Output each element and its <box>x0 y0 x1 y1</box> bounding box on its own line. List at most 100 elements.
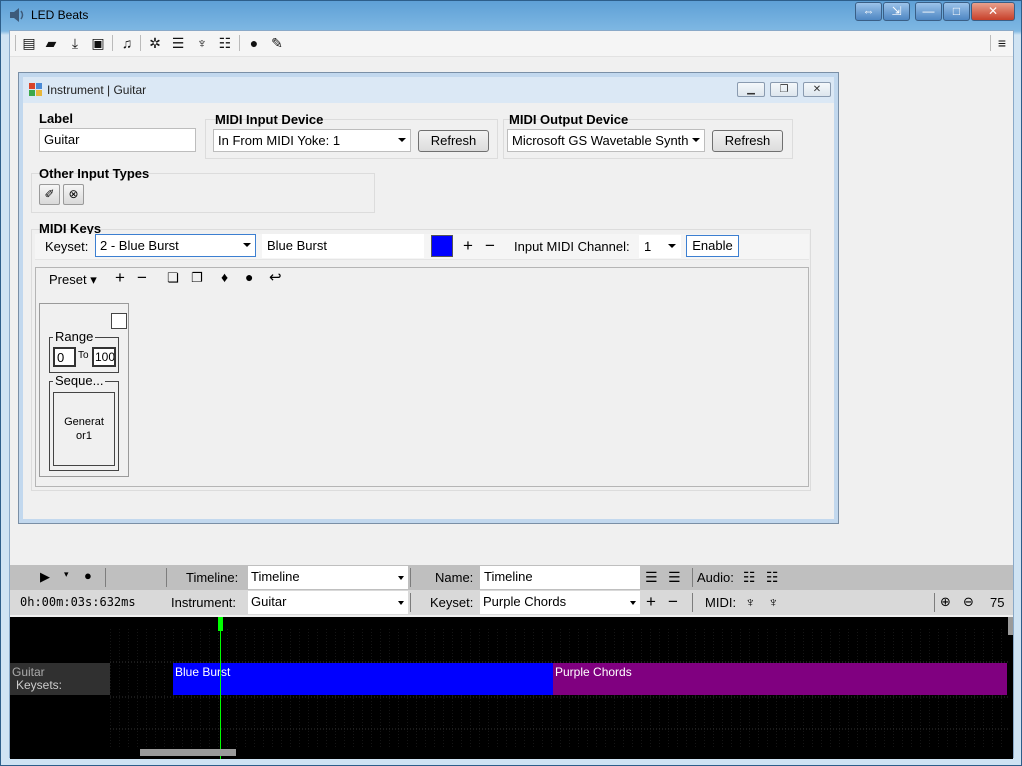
window-app-icon <box>29 83 42 96</box>
label-heading: Label <box>39 111 73 126</box>
settings-list-icon[interactable]: ≡ <box>994 35 1010 51</box>
record-icon[interactable]: ● <box>84 568 92 583</box>
clip-blue-burst[interactable]: Blue Burst <box>173 663 553 695</box>
child-close-button[interactable]: ✕ <box>803 82 831 97</box>
zoom-in-icon[interactable]: ⊕ <box>940 594 951 610</box>
close-button[interactable]: ✕ <box>971 2 1015 21</box>
timeline-select[interactable]: Timeline <box>248 566 408 589</box>
vertical-scrollbar-thumb[interactable] <box>1008 617 1013 635</box>
other-input-heading: Other Input Types <box>39 166 150 181</box>
enable-button[interactable]: Enable <box>686 235 739 257</box>
minimize-button[interactable]: — <box>915 2 942 21</box>
audio-add-icon[interactable]: ☷ <box>743 569 756 586</box>
keyset-select[interactable]: 2 - Blue Burst <box>95 234 256 257</box>
remove-track-icon[interactable]: ☰ <box>668 569 681 586</box>
horizontal-scrollbar-thumb[interactable] <box>140 749 236 756</box>
new-file-icon[interactable]: ▤ <box>21 35 37 51</box>
keyset-name-input[interactable]: Blue Burst <box>262 234 424 258</box>
paste-icon[interactable]: ❐ <box>191 270 203 286</box>
open-folder-icon[interactable]: ▰ <box>43 35 59 51</box>
range-from-input[interactable]: 0 <box>53 347 76 367</box>
zoom-out-icon[interactable]: ⊖ <box>963 594 974 610</box>
midi-output-refresh-button[interactable]: Refresh <box>712 130 783 152</box>
track-keysets-label: Keysets: <box>16 678 63 692</box>
midi-output-value: Microsoft GS Wavetable Synth <box>512 133 689 148</box>
xbox-controller-button[interactable]: ⊗ <box>63 184 84 205</box>
midi-channel-value: 1 <box>644 239 652 254</box>
timeline-select-value: Timeline <box>251 569 300 584</box>
remove-keyset-icon[interactable]: − <box>485 236 495 256</box>
keyset-label-bottom: Keyset: <box>430 595 474 610</box>
preset-dropdown[interactable]: Preset ▾ <box>49 272 97 288</box>
instrument-body: Label Guitar MIDI Input Device In From M… <box>25 105 832 519</box>
undo-icon[interactable]: ↩ <box>269 268 282 286</box>
midi-output-heading: MIDI Output Device <box>509 112 629 127</box>
download-icon[interactable]: ⤓ <box>67 35 83 51</box>
add-track-icon[interactable]: ☰ <box>645 569 658 586</box>
keyset-select-bottom[interactable]: Purple Chords <box>480 591 640 614</box>
lightbulb-icon[interactable]: ● <box>245 269 253 285</box>
generator-item[interactable]: Generat or1 <box>53 392 115 466</box>
midi-remove-icon[interactable]: ♆ <box>768 594 779 610</box>
play-options-icon[interactable]: ▾ <box>64 569 69 580</box>
instrument-select[interactable]: Guitar <box>248 591 408 614</box>
name-label: Name: <box>435 570 474 585</box>
separator <box>692 593 693 612</box>
label-input[interactable]: Guitar <box>39 128 196 152</box>
add-keyset-icon[interactable]: + <box>463 236 473 256</box>
add-keyset-icon[interactable]: + <box>646 592 656 612</box>
separator <box>692 568 693 587</box>
timeline-canvas[interactable]: Guitar Keysets: Blue Burst Purple Chords <box>10 617 1013 759</box>
timeline-name-input[interactable]: Timeline <box>480 566 640 589</box>
midi-output-select[interactable]: Microsoft GS Wavetable Synth <box>507 129 705 152</box>
popout-button[interactable]: ⇲ <box>883 2 910 21</box>
range-to-label: To <box>78 350 89 361</box>
midi-input-value: In From MIDI Yoke: 1 <box>218 133 341 148</box>
midi-input-select[interactable]: In From MIDI Yoke: 1 <box>213 129 411 152</box>
timeline-label: Timeline: <box>186 570 239 585</box>
remove-preset-icon[interactable]: − <box>137 268 147 288</box>
child-restore-button[interactable]: ❐ <box>770 82 798 97</box>
range-label: Range <box>53 329 96 344</box>
lightbulb-icon[interactable]: ● <box>246 35 262 51</box>
range-to-input[interactable]: 100 <box>92 347 116 367</box>
key-checkbox[interactable] <box>111 313 127 329</box>
copy-icon[interactable]: ❏ <box>167 270 179 286</box>
playhead-handle[interactable] <box>218 617 223 631</box>
play-icon[interactable]: ▶ <box>40 569 50 585</box>
playhead-line <box>220 617 221 759</box>
instrument-title-bar[interactable]: Instrument | Guitar ▁ ❐ ✕ <box>23 77 834 103</box>
sequence-label: Seque... <box>53 373 106 388</box>
keyset-select-value: 2 - Blue Burst <box>100 238 179 253</box>
separator <box>166 568 167 587</box>
search-list-icon[interactable]: ☷ <box>217 35 233 51</box>
music-note-icon[interactable]: ♫ <box>119 35 135 51</box>
title-bar[interactable]: LED Beats ⇔ ⇲ — □ ✕ <box>1 1 1021 29</box>
toolbar-grip <box>990 35 991 51</box>
wiimote-button[interactable]: ✐ <box>39 184 60 205</box>
figure-icon[interactable]: ♆ <box>194 35 210 51</box>
chevron-down-icon <box>398 601 404 605</box>
gear-icon[interactable]: ✲ <box>147 35 163 51</box>
maximize-button[interactable]: □ <box>943 2 970 21</box>
midi-channel-select[interactable]: 1 <box>639 235 681 258</box>
save-icon[interactable]: ▣ <box>90 35 106 51</box>
sliders-icon[interactable]: ☰ <box>170 35 186 51</box>
keyset-color-swatch[interactable] <box>431 235 453 257</box>
midi-add-icon[interactable]: ♆ <box>745 594 756 610</box>
restore-layout-button[interactable]: ⇔ <box>855 2 882 21</box>
child-minimize-button[interactable]: ▁ <box>737 82 765 97</box>
add-preset-icon[interactable]: + <box>115 268 125 288</box>
speaker-icon <box>10 8 24 22</box>
remove-keyset-icon[interactable]: − <box>668 592 678 612</box>
midi-label: MIDI: <box>705 595 737 610</box>
color-drop-icon[interactable]: ♦ <box>221 269 228 285</box>
chevron-down-icon <box>398 138 406 142</box>
toolbar-grip <box>15 35 16 51</box>
pencil-icon[interactable]: ✎ <box>269 35 285 51</box>
app-window: LED Beats ⇔ ⇲ — □ ✕ ▤ ▰ ⤓ ▣ ♫ ✲ ☰ ♆ ☷ ● … <box>0 0 1022 766</box>
separator <box>410 593 411 612</box>
audio-remove-icon[interactable]: ☷ <box>766 569 779 586</box>
midi-input-refresh-button[interactable]: Refresh <box>418 130 489 152</box>
clip-purple-chords[interactable]: Purple Chords <box>553 663 1007 695</box>
